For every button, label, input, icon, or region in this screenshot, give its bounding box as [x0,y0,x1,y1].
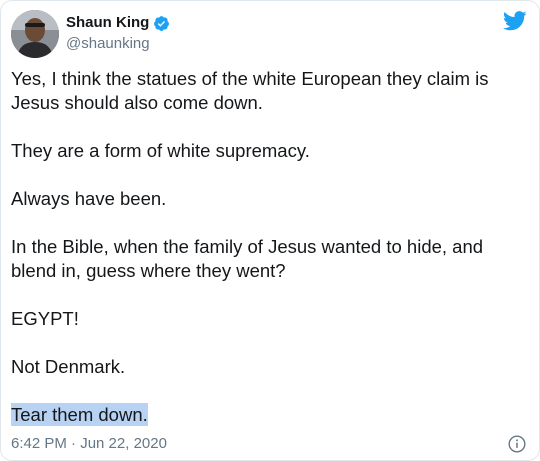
avatar-image [11,10,59,58]
tweet-paragraph: Yes, I think the statues of the white Eu… [11,68,489,113]
tweet-text: Yes, I think the statues of the white Eu… [11,67,511,427]
tweet-paragraph: EGYPT! [11,308,79,329]
info-icon[interactable] [508,435,526,453]
tweet-paragraph: Always have been. [11,188,167,209]
author-name-row: Shaun King [66,14,170,32]
verified-badge-icon [153,15,170,32]
tweet-paragraph: Not Denmark. [11,356,126,377]
author-handle[interactable]: @shaunking [66,35,150,53]
avatar[interactable] [11,10,59,58]
tweet-card: Shaun King @shaunking Yes, I think the s… [0,0,540,461]
tweet-paragraph: They are a form of white supremacy. [11,140,310,161]
tweet-paragraph-highlighted: Tear them down. [11,403,511,427]
selected-text: Tear them down. [11,403,148,426]
author-display-name[interactable]: Shaun King [66,14,149,32]
tweet-timestamp[interactable]: 6:42 PM · Jun 22, 2020 [11,435,167,453]
tweet-paragraph: In the Bible, when the family of Jesus w… [11,236,484,281]
twitter-bird-icon[interactable] [503,11,527,31]
